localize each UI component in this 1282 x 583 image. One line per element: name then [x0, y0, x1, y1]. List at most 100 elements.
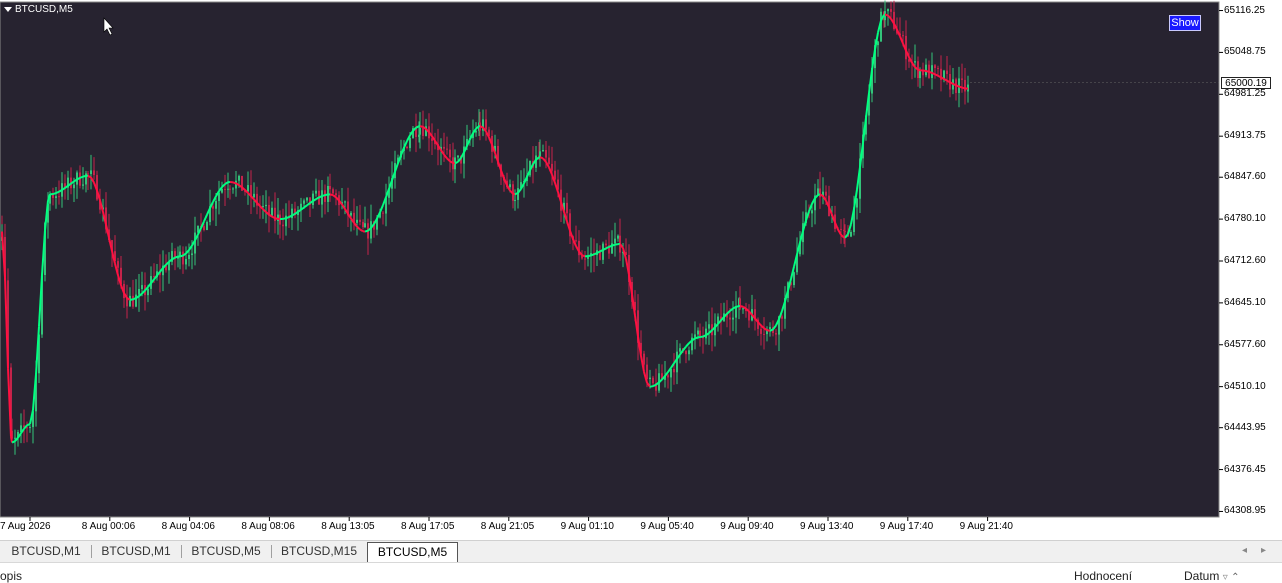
- current-price-tag: 65000.19: [1221, 77, 1271, 89]
- ma-line-segment: [330, 194, 333, 195]
- y-tick-label: 64510.10: [1224, 381, 1266, 392]
- candle-body: [14, 438, 16, 439]
- candle-body: [224, 189, 226, 190]
- candle-body: [732, 318, 734, 320]
- ma-line-segment: [609, 246, 612, 247]
- candle-body: [232, 188, 234, 189]
- candle-body: [29, 427, 31, 428]
- ma-line-segment: [929, 72, 932, 73]
- candle-body: [117, 261, 119, 268]
- candle-body: [446, 149, 448, 150]
- column-rating[interactable]: Hodnocení: [1074, 569, 1132, 583]
- symbol-name: BTCUSD,M5: [15, 4, 73, 15]
- x-tick-label: 9 Aug 17:40: [880, 521, 933, 532]
- ma-line-segment: [80, 177, 83, 178]
- ma-line-segment: [918, 70, 920, 71]
- candle-body: [350, 213, 352, 216]
- candle-body: [443, 147, 445, 149]
- collapse-icon[interactable]: ⌃: [1231, 572, 1239, 583]
- ma-line-segment: [56, 192, 59, 193]
- candle-body: [840, 229, 842, 230]
- chart-tab-bar: BTCUSD,M1 BTCUSD,M1 BTCUSD,M5 BTCUSD,M15…: [0, 540, 1282, 562]
- candle-body: [685, 351, 687, 354]
- y-tick-label: 65116.25: [1224, 5, 1265, 16]
- tab-btcusd-m5-a[interactable]: BTCUSD,M5: [182, 543, 270, 560]
- candle-body: [485, 119, 487, 129]
- column-date[interactable]: Datum ▿ ⌃: [1184, 569, 1239, 583]
- candle-body: [890, 9, 892, 12]
- chart-plot[interactable]: [0, 0, 1282, 540]
- sort-icon[interactable]: ▿: [1223, 572, 1228, 583]
- candle-body: [667, 375, 669, 377]
- candle-body: [688, 350, 690, 354]
- candle-body: [419, 128, 421, 135]
- ma-line-segment: [319, 196, 322, 197]
- scroll-left-icon[interactable]: ◂: [1242, 545, 1261, 556]
- candle-body: [775, 333, 777, 335]
- candle-body: [182, 252, 184, 265]
- candle-body: [961, 78, 963, 79]
- candle-body: [138, 289, 140, 295]
- candle-body: [90, 170, 92, 174]
- ma-line-segment: [740, 306, 743, 307]
- candle-body: [760, 329, 762, 334]
- candle-body: [382, 213, 384, 214]
- tab-btcusd-m5-active[interactable]: BTCUSD,M5: [367, 542, 458, 562]
- candle-body: [825, 192, 827, 196]
- candle-body: [742, 308, 744, 309]
- candle-body: [303, 200, 305, 203]
- tab-btcusd-m15[interactable]: BTCUSD,M15: [272, 543, 366, 560]
- candle-body: [282, 225, 284, 227]
- tab-scroll-arrows[interactable]: ◂▸: [1242, 545, 1280, 556]
- x-tick-label: 8 Aug 17:05: [401, 521, 454, 532]
- ma-line-segment: [12, 441, 15, 442]
- candle-body: [649, 378, 651, 379]
- candle-body: [614, 239, 616, 244]
- candle-body: [129, 296, 131, 307]
- candle-body: [850, 232, 852, 237]
- y-tick-label: 64376.45: [1224, 464, 1266, 475]
- candle-body: [575, 240, 577, 241]
- y-tick-label: 64443.95: [1224, 422, 1266, 433]
- chart-area[interactable]: BTCUSD,M5 Show 65000.19 65116.2565048.75…: [0, 0, 1282, 540]
- scroll-right-icon[interactable]: ▸: [1261, 545, 1280, 556]
- candle-body: [359, 220, 361, 222]
- chart-symbol-label[interactable]: BTCUSD,M5: [4, 4, 73, 15]
- show-button[interactable]: Show: [1169, 15, 1201, 31]
- candle-body: [203, 226, 205, 230]
- candle-body: [265, 205, 267, 206]
- candle-body: [514, 200, 516, 201]
- ma-line-segment: [600, 250, 603, 252]
- candle-body: [769, 327, 771, 329]
- x-tick-label: 8 Aug 00:06: [82, 521, 135, 532]
- ma-line-segment: [540, 157, 543, 158]
- ma-line-segment: [695, 337, 698, 338]
- candle-body: [58, 196, 60, 197]
- ma-line-segment: [289, 216, 292, 217]
- y-tick-label: 64645.10: [1224, 297, 1266, 308]
- candle-body: [188, 255, 190, 259]
- candle-body: [335, 193, 337, 195]
- candle-body: [844, 231, 846, 232]
- tab-btcusd-m1-b[interactable]: BTCUSD,M1: [92, 543, 180, 560]
- tab-btcusd-m1-a[interactable]: BTCUSD,M1: [2, 543, 90, 560]
- dropdown-triangle-icon[interactable]: [4, 7, 12, 12]
- candle-body: [457, 156, 459, 158]
- candle-body: [406, 147, 408, 148]
- ma-line-segment: [455, 162, 458, 163]
- ma-line-segment: [480, 126, 483, 127]
- candle-body: [191, 253, 193, 254]
- candle-body: [141, 285, 143, 289]
- candle-body: [147, 289, 149, 295]
- candle-body: [185, 259, 187, 264]
- y-tick-label: 64913.75: [1224, 130, 1266, 141]
- ma-line-segment: [233, 182, 236, 183]
- x-tick-label: 9 Aug 21:40: [960, 521, 1013, 532]
- candle-body: [356, 220, 358, 223]
- candle-body: [605, 244, 607, 246]
- candle-body: [617, 236, 619, 239]
- y-tick-label: 64847.60: [1224, 171, 1266, 182]
- candle-body: [673, 369, 675, 372]
- ma-line-segment: [594, 253, 597, 254]
- candle-body: [449, 150, 451, 158]
